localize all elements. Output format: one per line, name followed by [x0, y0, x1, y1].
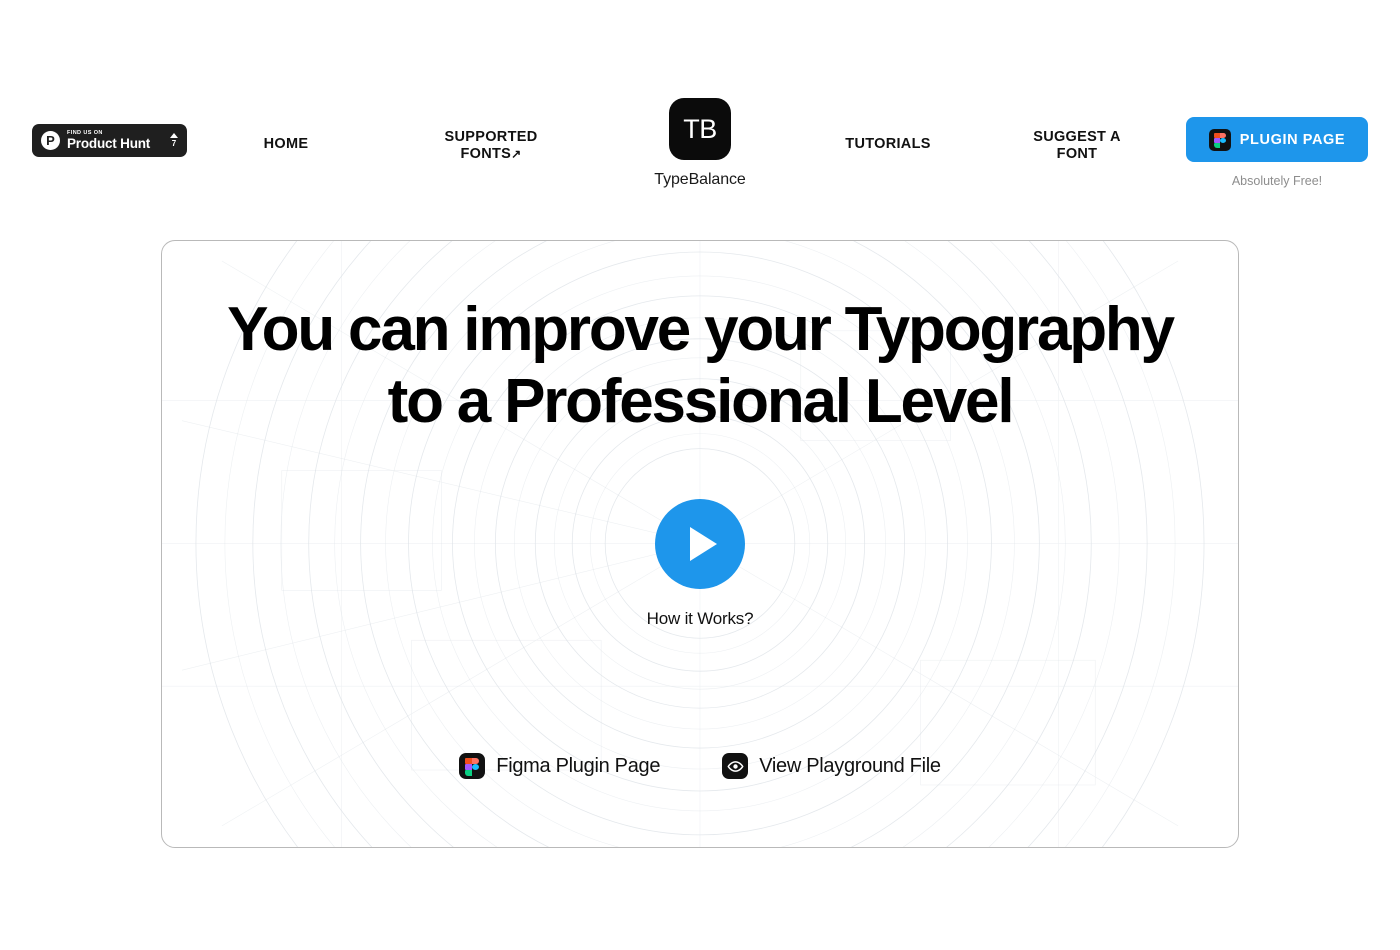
- page-root: P FIND US ON Product Hunt 7 HOME SUPPORT…: [0, 0, 1400, 950]
- brand-name: TypeBalance: [654, 171, 746, 188]
- view-playground-file-link[interactable]: View Playground File: [722, 753, 941, 779]
- product-hunt-upvote[interactable]: 7: [170, 133, 178, 148]
- external-link-arrow-icon: ↗: [511, 147, 522, 162]
- plugin-page-button[interactable]: PLUGIN PAGE: [1186, 117, 1368, 162]
- product-hunt-icon: P: [41, 131, 60, 150]
- figma-icon: [1208, 128, 1231, 151]
- how-it-works-block: How it Works?: [162, 499, 1238, 629]
- product-hunt-badge[interactable]: P FIND US ON Product Hunt 7: [32, 124, 187, 157]
- eye-icon: [722, 753, 749, 779]
- hero-card: You can improve your Typography to a Pro…: [161, 240, 1239, 848]
- brand-logo[interactable]: TB TypeBalance: [653, 98, 747, 189]
- nav-item-suggest-a-font[interactable]: SUGGEST A FONT: [1017, 129, 1137, 163]
- figma-plugin-page-link[interactable]: Figma Plugin Page: [459, 753, 660, 779]
- how-it-works-label: How it Works?: [646, 609, 754, 628]
- logo-mark-icon: TB: [669, 98, 731, 160]
- nav-item-supported-fonts-label: SUPPORTED FONTS: [444, 129, 538, 163]
- hero-links: Figma Plugin Page View Playground File: [162, 753, 1238, 779]
- caret-up-icon: [170, 133, 178, 138]
- hero-title-line-2: to a Professional Level: [387, 367, 1015, 436]
- play-icon: [690, 527, 717, 561]
- play-button[interactable]: [655, 499, 745, 589]
- figma-icon: [459, 753, 486, 779]
- nav-item-supported-fonts[interactable]: SUPPORTED FONTS↗: [431, 129, 551, 163]
- hero-content: You can improve your Typography to a Pro…: [162, 241, 1238, 847]
- free-note: Absolutely Free!: [1231, 174, 1323, 188]
- product-hunt-vote-count: 7: [171, 139, 177, 148]
- top-navigation: P FIND US ON Product Hunt 7 HOME SUPPORT…: [0, 0, 1400, 210]
- plugin-page-button-label: PLUGIN PAGE: [1239, 131, 1346, 148]
- view-playground-file-link-label: View Playground File: [759, 754, 941, 777]
- product-hunt-text: FIND US ON Product Hunt: [67, 130, 151, 151]
- hero-title: You can improve your Typography to a Pro…: [162, 299, 1238, 433]
- nav-item-tutorials[interactable]: TUTORIALS: [828, 136, 948, 153]
- nav-item-home[interactable]: HOME: [246, 136, 326, 153]
- figma-plugin-page-link-label: Figma Plugin Page: [496, 754, 661, 777]
- hero-title-line-1: You can improve your Typography: [227, 295, 1175, 364]
- product-hunt-name: Product Hunt: [67, 136, 151, 151]
